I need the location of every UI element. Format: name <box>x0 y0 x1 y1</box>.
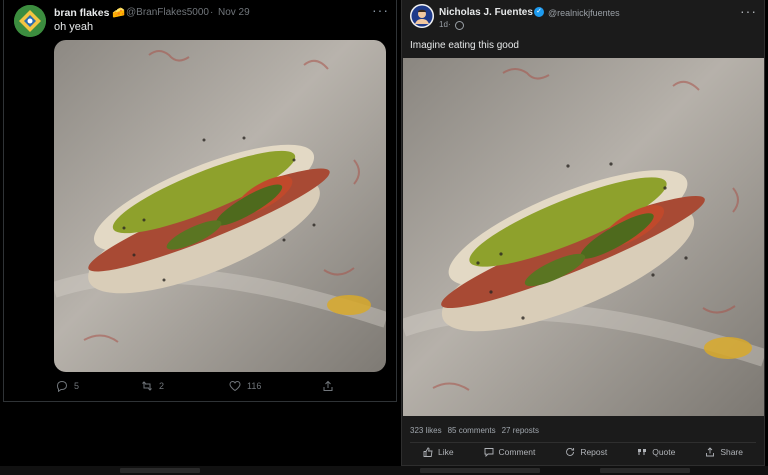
divider <box>410 442 756 443</box>
display-name[interactable]: bran flakes 🧀 <box>54 6 125 19</box>
hotdog-photo[interactable] <box>403 58 764 416</box>
engagement-stats: 323 likes 85 comments 27 reposts <box>410 426 539 435</box>
strip-segment <box>420 468 540 473</box>
reply-icon <box>56 380 68 392</box>
quote-label: Quote <box>652 447 676 457</box>
post-text: Imagine eating this good <box>410 40 519 51</box>
comments-stat[interactable]: 85 comments <box>448 426 496 435</box>
bottom-scroll-strip <box>0 466 768 475</box>
reposts-stat[interactable]: 27 reposts <box>502 426 539 435</box>
repost-icon <box>142 381 152 391</box>
share-icon <box>706 447 715 457</box>
left-post: bran flakes 🧀 @BranFlakes5000 · Nov 29 ·… <box>3 0 397 402</box>
strip-segment <box>600 468 690 473</box>
separator: · <box>210 7 214 18</box>
like-count: 116 <box>247 381 262 391</box>
audience-globe-icon <box>455 21 464 30</box>
repost-button[interactable]: 2 <box>141 380 164 392</box>
like-button[interactable]: Like <box>423 447 454 457</box>
share-icon <box>323 380 333 391</box>
post-text: oh yeah <box>54 21 94 33</box>
like-button[interactable]: 116 <box>229 380 261 392</box>
strip-segment <box>120 468 200 473</box>
repost-label: Repost <box>580 447 608 457</box>
post-actions-bar: Like Comment Repost Quote Share <box>402 447 764 457</box>
share-button[interactable] <box>322 380 334 392</box>
like-label: Like <box>437 447 454 457</box>
user-handle[interactable]: @BranFlakes5000 <box>126 7 209 18</box>
hotdog-photo[interactable] <box>54 40 386 372</box>
repost-icon <box>566 448 575 456</box>
reply-count: 5 <box>74 381 80 391</box>
user-handle[interactable]: @realnickjfuentes <box>548 8 620 18</box>
more-options-icon[interactable]: ··· <box>740 3 757 19</box>
verified-badge-icon: ✓ <box>534 7 544 17</box>
avatar[interactable] <box>410 4 434 28</box>
repost-count: 2 <box>159 381 165 391</box>
share-label: Share <box>720 447 743 457</box>
right-post: Nicholas J. Fuentes ✓ @realnickjfuentes … <box>401 0 765 466</box>
quote-button[interactable]: Quote <box>637 447 675 457</box>
quote-icon <box>638 449 647 455</box>
post-time[interactable]: 1d <box>439 20 448 29</box>
avatar-face-icon <box>410 4 434 28</box>
heart-icon <box>229 380 241 392</box>
share-button[interactable]: Share <box>705 447 743 457</box>
comment-icon <box>484 448 493 457</box>
likes-stat[interactable]: 323 likes <box>410 426 442 435</box>
more-options-icon[interactable]: ··· <box>372 2 389 18</box>
avatar-logo-icon <box>14 5 46 37</box>
separator: · <box>448 20 451 29</box>
display-name[interactable]: Nicholas J. Fuentes <box>439 7 533 18</box>
reply-button[interactable]: 5 <box>56 380 79 392</box>
repost-button[interactable]: Repost <box>565 447 607 457</box>
avatar[interactable] <box>14 5 46 37</box>
thumbs-up-icon <box>423 447 433 457</box>
comment-button[interactable]: Comment <box>484 447 536 457</box>
comment-label: Comment <box>498 447 536 457</box>
post-date[interactable]: Nov 29 <box>218 7 250 18</box>
